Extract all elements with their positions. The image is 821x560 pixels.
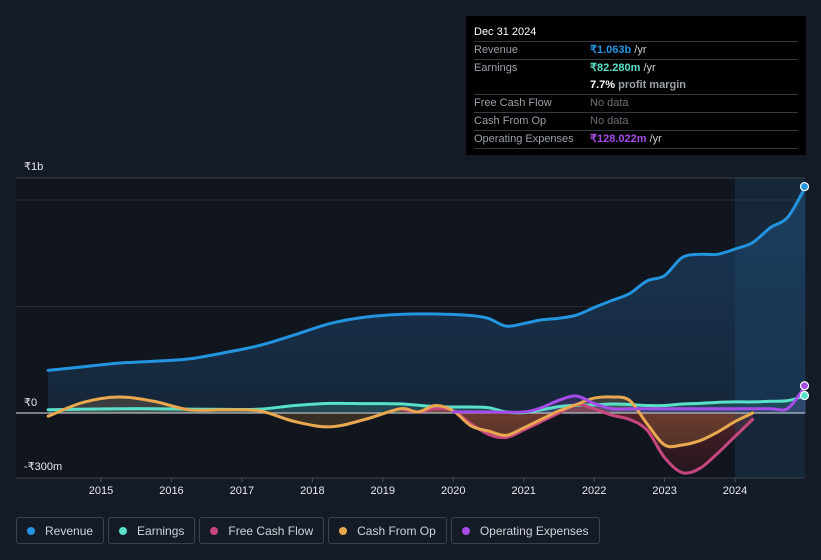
y-tick-label: ₹1b	[24, 161, 43, 173]
legend-label: Free Cash Flow	[228, 523, 314, 538]
x-tick-label: 2016	[159, 485, 183, 497]
tooltip-value: No data	[590, 97, 629, 109]
legend-item-operating-expenses[interactable]: Operating Expenses	[450, 517, 600, 544]
tooltip-row-operating-expenses: Operating Expenses ₹128.022m /yr	[474, 131, 798, 149]
revenue-dot-icon	[27, 526, 35, 535]
x-tick-label: 2015	[89, 485, 113, 497]
tooltip-row-earnings: Earnings ₹82.280m /yr	[474, 60, 798, 77]
legend-item-earnings[interactable]: Earnings	[108, 517, 196, 544]
earnings-end-marker	[799, 390, 810, 401]
tooltip-value: ₹128.022m	[590, 133, 647, 145]
tooltip-label	[474, 77, 590, 94]
revenue-end-marker	[799, 181, 810, 192]
x-tick-label: 2024	[723, 485, 747, 497]
legend-label: Earnings	[137, 523, 185, 538]
x-tick-label: 2023	[652, 485, 676, 497]
highlight-region	[735, 178, 805, 478]
tooltip-label: Free Cash Flow	[474, 97, 552, 109]
x-tick-label: 2021	[511, 485, 535, 497]
x-tick-label: 2018	[300, 485, 324, 497]
tooltip-unit: /yr	[640, 62, 656, 74]
tooltip-row-free-cash-flow: Free Cash Flow No data	[474, 95, 798, 113]
tooltip-row-revenue: Revenue ₹1.063b /yr	[474, 42, 798, 60]
tooltip-unit: profit margin	[615, 79, 686, 91]
legend-item-free-cash-flow[interactable]: Free Cash Flow	[199, 517, 325, 544]
tooltip: Dec 31 2024 Revenue ₹1.063b /yr Earnings…	[466, 16, 806, 155]
y-tick-label: ₹0	[24, 397, 37, 409]
tooltip-value: No data	[590, 115, 629, 127]
tooltip-label: Cash From Op	[474, 115, 547, 127]
tooltip-value: ₹82.280m	[590, 62, 641, 74]
tooltip-row-cash-from-op: Cash From Op No data	[474, 113, 798, 131]
tooltip-unit: /yr	[646, 133, 662, 145]
tooltip-label: Earnings	[474, 62, 518, 74]
tooltip-unit: /yr	[631, 44, 647, 56]
legend-label: Cash From Op	[357, 523, 436, 538]
x-tick-label: 2019	[371, 485, 395, 497]
tooltip-date: Dec 31 2024	[474, 23, 798, 42]
x-tick-label: 2022	[582, 485, 606, 497]
tooltip-value: 7.7%	[590, 79, 616, 91]
y-tick-label: -₹300m	[24, 461, 62, 473]
earnings-dot-icon	[119, 526, 128, 535]
x-tick-label: 2020	[441, 485, 465, 497]
operating-expenses-dot-icon	[461, 526, 470, 535]
free-cash-flow-dot-icon	[210, 526, 219, 535]
legend: Revenue Earnings Free Cash Flow Cash Fro…	[16, 517, 600, 544]
tooltip-value: ₹1.063b	[590, 44, 632, 56]
tooltip-label: Revenue	[474, 44, 519, 56]
legend-item-cash-from-op[interactable]: Cash From Op	[328, 517, 447, 544]
tooltip-row-profit-margin: 7.7% profit margin	[474, 77, 798, 95]
legend-label: Revenue	[45, 523, 94, 538]
x-tick-label: 2017	[230, 485, 254, 497]
x-axis: 2015 2016 2017 2018 2019 2020 2021 2022 2023 2024	[89, 478, 747, 497]
tooltip-label: Operating Expenses	[474, 133, 574, 145]
legend-item-revenue[interactable]: Revenue	[16, 517, 105, 544]
legend-label: Operating Expenses	[479, 523, 589, 538]
cash-from-op-dot-icon	[339, 526, 348, 535]
operating-expenses-end-marker	[799, 381, 810, 391]
